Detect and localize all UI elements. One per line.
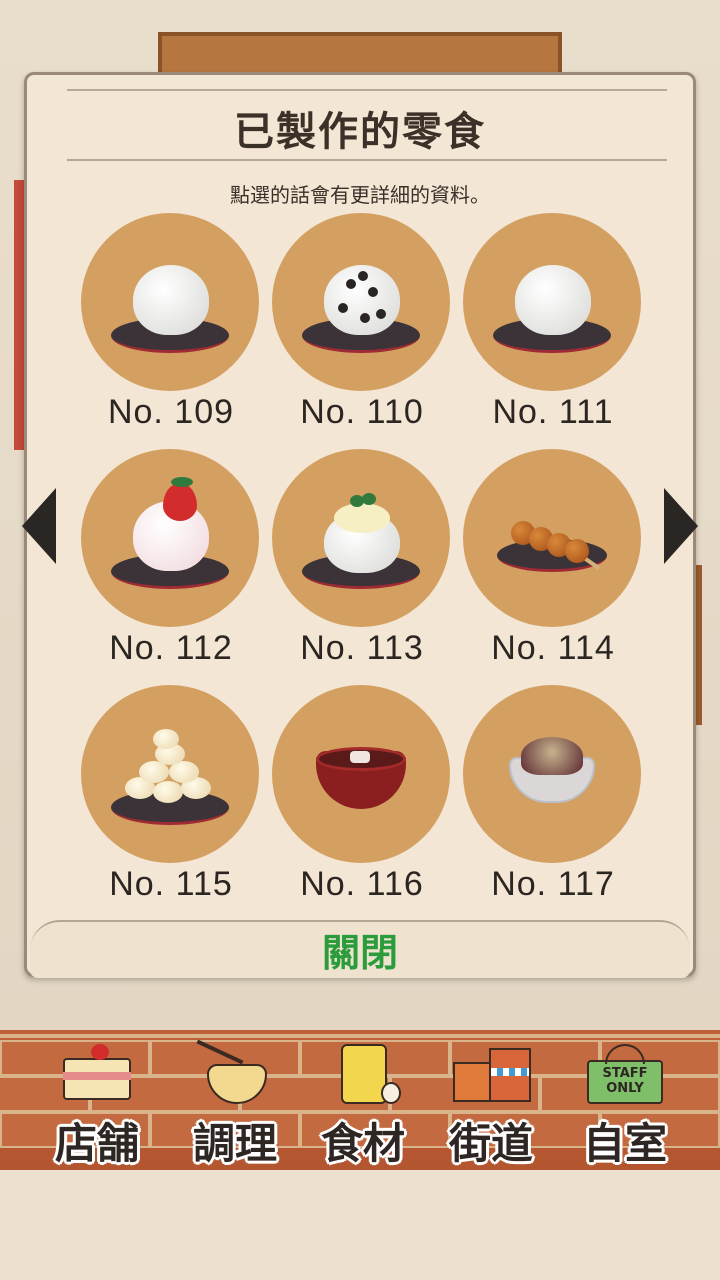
- dango-skewer-icon: [463, 449, 641, 627]
- nav-cook-label: 調理: [192, 1119, 277, 1168]
- made-snacks-dialog: 已製作的零食 點選的話會有更詳細的資料。 No. 109 No. 110 No.…: [24, 72, 696, 977]
- next-page-arrow-icon[interactable]: [664, 488, 698, 564]
- snack-number: No. 116: [300, 865, 424, 903]
- staff-only-sign-text: STAFF ONLY: [602, 1066, 648, 1096]
- dialog-subtitle: 點選的話會有更詳細的資料。: [230, 183, 490, 207]
- steamed-buns-icon: [81, 685, 259, 863]
- nav-room-label: 自室: [582, 1119, 667, 1168]
- title-divider-top: [67, 89, 667, 91]
- white-daifuku-icon: [81, 213, 259, 391]
- nav-room[interactable]: STAFF ONLY 自室: [560, 1040, 690, 1168]
- snack-card[interactable]: No. 116: [272, 685, 452, 905]
- nav-shop-label: 店舗: [54, 1119, 139, 1168]
- snack-number: No. 117: [491, 865, 615, 903]
- snack-card[interactable]: No. 109: [81, 213, 261, 433]
- snack-card[interactable]: No. 114: [463, 449, 643, 669]
- close-button[interactable]: 關閉: [296, 922, 424, 975]
- nav-cook[interactable]: 調理: [170, 1039, 300, 1168]
- whisk-bowl-icon: [195, 1039, 275, 1110]
- bottom-empty-area: [0, 1170, 720, 1280]
- nav-street[interactable]: 街道: [426, 1040, 556, 1168]
- snack-number: No. 111: [492, 393, 614, 431]
- snack-card[interactable]: No. 115: [81, 685, 261, 905]
- red-bean-soup-icon: [272, 685, 450, 863]
- nav-shop[interactable]: 店舗: [32, 1040, 162, 1168]
- dialog-title: 已製作的零食: [234, 108, 486, 155]
- street-houses-icon: [451, 1040, 531, 1110]
- snack-number: No. 109: [107, 393, 235, 431]
- staff-only-sign-icon: STAFF ONLY: [585, 1040, 665, 1110]
- snack-number: No. 114: [491, 629, 615, 667]
- snack-card[interactable]: No. 117: [463, 685, 643, 905]
- snack-card[interactable]: No. 110: [272, 213, 452, 433]
- strawberry-daifuku-icon: [81, 449, 259, 627]
- nav-street-label: 街道: [448, 1119, 533, 1168]
- cream-daifuku-icon: [272, 449, 450, 627]
- mame-daifuku-icon: [272, 213, 450, 391]
- previous-page-arrow-icon[interactable]: [22, 488, 56, 564]
- title-divider-bottom: [67, 159, 667, 161]
- snack-card[interactable]: No. 112: [81, 449, 261, 669]
- nav-ingredients-label: 食材: [320, 1119, 405, 1168]
- snack-number: No. 112: [109, 629, 233, 667]
- white-daifuku-icon: [463, 213, 641, 391]
- nav-ingredients[interactable]: 食材: [298, 1040, 428, 1168]
- shaved-ice-icon: [463, 685, 641, 863]
- snack-number: No. 113: [300, 629, 424, 667]
- snack-card[interactable]: No. 113: [272, 449, 452, 669]
- snack-number: No. 115: [109, 865, 233, 903]
- snack-card[interactable]: No. 111: [463, 213, 643, 433]
- flour-bag-icon: [323, 1040, 403, 1110]
- snack-number: No. 110: [300, 393, 424, 431]
- cake-icon: [57, 1040, 137, 1110]
